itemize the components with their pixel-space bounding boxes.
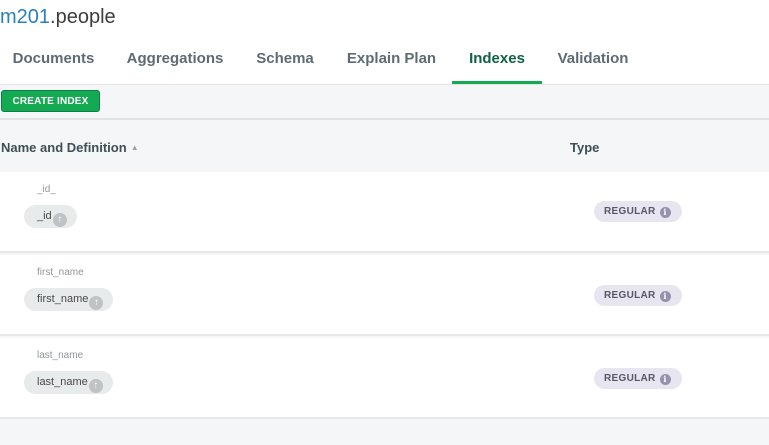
tab-bar: Documents Aggregations Schema Explain Pl… xyxy=(0,40,769,84)
name-column-header[interactable]: Name and Definition ▲ xyxy=(1,140,139,155)
ascending-arrow-icon: ↑ xyxy=(88,379,103,393)
index-name: first_name xyxy=(37,267,84,278)
index-field-name: last_name xyxy=(37,376,88,388)
info-icon[interactable]: i xyxy=(659,207,671,218)
index-type-label: REGULAR xyxy=(604,290,656,301)
index-type-label: REGULAR xyxy=(604,373,656,384)
index-field-pill: _id ↑ xyxy=(24,205,77,228)
ascending-arrow-icon: ↑ xyxy=(89,296,104,310)
name-column-label: Name and Definition xyxy=(1,140,127,155)
collection-name: .people xyxy=(50,6,116,28)
info-icon[interactable]: i xyxy=(659,374,671,385)
index-toolbar: CREATE INDEX xyxy=(0,84,769,118)
tab-explain-plan[interactable]: Explain Plan xyxy=(338,40,445,84)
index-type-badge: REGULAR i xyxy=(594,285,682,306)
index-table-header: Name and Definition ▲ Type xyxy=(0,118,769,172)
index-field-name: first_name xyxy=(37,293,89,305)
index-name: _id_ xyxy=(37,184,56,195)
database-name[interactable]: m201 xyxy=(0,6,50,28)
index-name: last_name xyxy=(37,350,84,361)
type-column-header[interactable]: Type xyxy=(570,140,599,155)
ascending-arrow-icon: ↑ xyxy=(52,213,67,227)
index-type-label: REGULAR xyxy=(604,206,656,217)
index-field-pill: last_name ↑ xyxy=(24,371,113,394)
tab-documents[interactable]: Documents xyxy=(0,40,107,84)
index-type-badge: REGULAR i xyxy=(594,201,682,222)
info-icon[interactable]: i xyxy=(659,291,671,302)
index-field-pill: first_name ↑ xyxy=(24,288,114,311)
table-row: _id_ _id ↑ REGULAR i xyxy=(0,172,769,253)
header: m201.people Documents Aggregations Schem… xyxy=(0,0,769,84)
tab-indexes[interactable]: Indexes xyxy=(452,40,542,84)
tab-validation[interactable]: Validation xyxy=(549,40,637,84)
create-index-button[interactable]: CREATE INDEX xyxy=(1,90,100,112)
namespace-title: m201.people xyxy=(0,4,116,30)
tab-schema[interactable]: Schema xyxy=(248,40,322,84)
index-field-name: _id xyxy=(37,210,52,222)
table-row: first_name first_name ↑ REGULAR i xyxy=(0,255,769,336)
index-type-badge: REGULAR i xyxy=(594,368,682,389)
sort-up-icon[interactable]: ▲ xyxy=(131,143,139,152)
table-row: last_name last_name ↑ REGULAR i xyxy=(0,338,769,419)
tab-aggregations[interactable]: Aggregations xyxy=(118,40,232,84)
